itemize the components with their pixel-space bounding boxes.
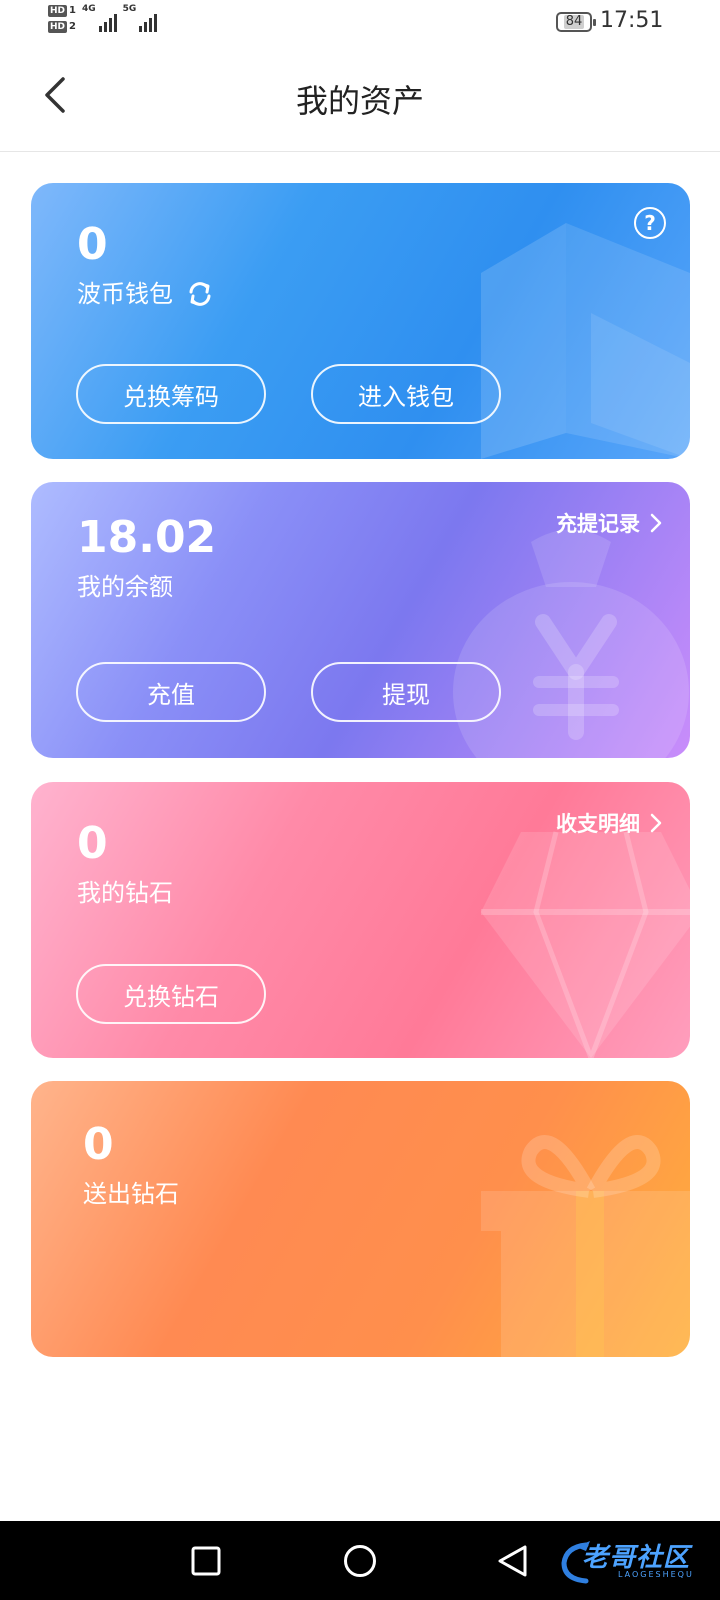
watermark-subtext: LAOGESHEQU (618, 1570, 694, 1579)
network-type-label: 5G (122, 4, 137, 14)
app-header: 我的资产 (0, 48, 720, 152)
refresh-icon[interactable] (185, 279, 215, 309)
sim1-indicator: HD 1 (48, 5, 76, 17)
battery-level: 84 (563, 14, 585, 29)
home-button[interactable] (338, 1539, 382, 1583)
income-expense-label: 收支明细 (556, 812, 640, 836)
watermark-text: 老哥社区 (582, 1543, 691, 1573)
help-icon: ? (644, 211, 656, 235)
signal-4g: 4G (82, 4, 117, 32)
recharge-records-label: 充提记录 (556, 512, 640, 536)
money-bag-icon (453, 529, 689, 758)
enter-wallet-button[interactable]: 进入钱包 (311, 364, 501, 424)
system-navbar: 老哥社区 LAOGESHEQU (0, 1521, 720, 1600)
battery-icon: 84 (556, 12, 596, 32)
chevron-right-icon (650, 813, 662, 833)
diamond-amount: 0 (77, 818, 108, 869)
withdraw-button[interactable]: 提现 (311, 662, 501, 722)
exchange-chips-button[interactable]: 兑换筹码 (76, 364, 266, 424)
wallet-label-row: 波币钱包 (77, 279, 215, 309)
wallet-amount: 0 (77, 219, 108, 270)
chevron-right-icon (650, 513, 662, 533)
income-expense-link[interactable]: 收支明细 (556, 808, 662, 838)
diamond-card: 收支明细 0 我的钻石 兑换钻石 (31, 782, 690, 1058)
signal-bars-icon (139, 10, 158, 32)
back-triangle-icon (498, 1545, 527, 1577)
watermark-logo: 老哥社区 LAOGESHEQU (556, 1537, 716, 1585)
gift-icon (481, 1135, 690, 1357)
sim2-indicator: HD 2 (48, 21, 76, 33)
recent-apps-button[interactable] (184, 1539, 228, 1583)
balance-card: 充提记录 18.02 我的余额 充值 提现 (31, 482, 690, 758)
wallet-decoration-icon (481, 223, 690, 459)
sim-indicators: HD 1 HD 2 (48, 4, 76, 33)
diamond-icon (481, 831, 690, 1058)
clock: 17:51 (600, 8, 664, 33)
recharge-button[interactable]: 充值 (76, 662, 266, 722)
sent-diamonds-card: 0 送出钻石 (31, 1081, 690, 1357)
diamond-label: 我的钻石 (77, 879, 173, 907)
sent-amount: 0 (83, 1119, 114, 1170)
recent-apps-icon (191, 1546, 221, 1576)
signal-bars-icon (98, 10, 117, 32)
page-title: 我的资产 (295, 82, 424, 120)
wallet-card: ? 0 波币钱包 兑换筹码 进入钱包 (31, 183, 690, 459)
recharge-records-link[interactable]: 充提记录 (556, 508, 662, 538)
wallet-label: 波币钱包 (77, 280, 173, 308)
help-button[interactable]: ? (634, 207, 666, 239)
signal-group: HD 1 HD 2 4G 5G (48, 4, 158, 33)
status-bar: HD 1 HD 2 4G 5G 84 17:51 (0, 0, 720, 48)
sent-label: 送出钻石 (83, 1180, 179, 1208)
signal-5g: 5G (123, 4, 158, 32)
back-nav-button[interactable] (490, 1539, 534, 1583)
balance-amount: 18.02 (77, 512, 217, 563)
balance-label: 我的余额 (77, 573, 173, 601)
home-icon (344, 1545, 376, 1577)
exchange-diamonds-button[interactable]: 兑换钻石 (76, 964, 266, 1024)
network-type-label: 4G (81, 4, 96, 14)
